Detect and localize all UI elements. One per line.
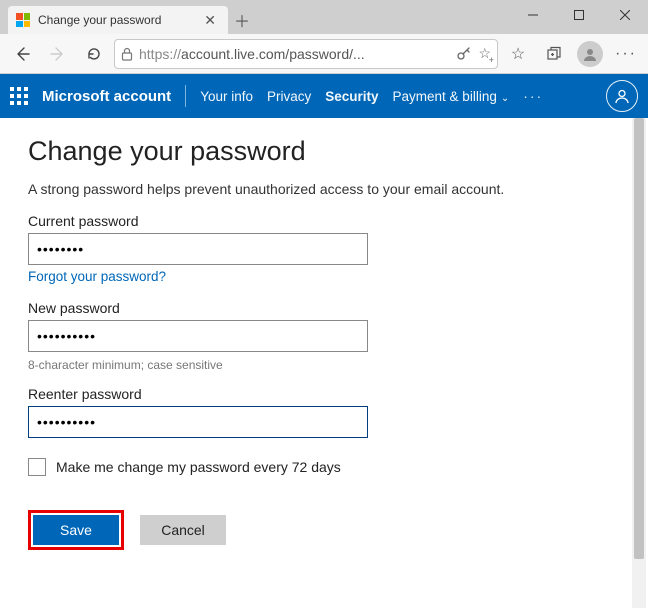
nav-payment[interactable]: Payment & billing⌄ bbox=[393, 89, 510, 104]
browser-toolbar: https://account.live.com/password/... ☆ … bbox=[0, 34, 648, 74]
minimize-button[interactable] bbox=[510, 0, 556, 30]
page-heading: Change your password bbox=[28, 136, 620, 167]
new-password-input[interactable]: •••••••••• bbox=[28, 320, 368, 352]
chevron-down-icon: ⌄ bbox=[501, 93, 509, 104]
brand-title[interactable]: Microsoft account bbox=[42, 88, 171, 105]
address-bar[interactable]: https://account.live.com/password/... ☆ bbox=[114, 39, 498, 69]
page-description: A strong password helps prevent unauthor… bbox=[28, 181, 620, 197]
expire-password-checkbox[interactable] bbox=[28, 458, 46, 476]
password-hint: 8-character minimum; case sensitive bbox=[28, 358, 620, 372]
scrollbar-thumb[interactable] bbox=[634, 118, 644, 559]
window-titlebar: Change your password ✕ ＋ bbox=[0, 0, 648, 34]
nav-more[interactable]: ··· bbox=[523, 88, 543, 104]
browser-tab[interactable]: Change your password ✕ bbox=[8, 6, 228, 34]
app-navbar: Microsoft account Your info Privacy Secu… bbox=[0, 74, 648, 118]
current-password-input[interactable]: •••••••• bbox=[28, 233, 368, 265]
nav-privacy[interactable]: Privacy bbox=[267, 89, 311, 104]
window-controls bbox=[510, 0, 648, 30]
microsoft-favicon bbox=[16, 13, 30, 27]
close-tab-icon[interactable]: ✕ bbox=[200, 12, 220, 29]
expire-password-label[interactable]: Make me change my password every 72 days bbox=[56, 459, 341, 475]
nav-your-info[interactable]: Your info bbox=[200, 89, 253, 104]
reenter-password-input[interactable]: •••••••••• bbox=[28, 406, 368, 438]
save-button[interactable]: Save bbox=[33, 515, 119, 545]
back-button[interactable] bbox=[6, 38, 38, 70]
nav-security[interactable]: Security bbox=[325, 89, 378, 104]
page-viewport: Change your password A strong password h… bbox=[0, 118, 648, 608]
forward-button[interactable] bbox=[42, 38, 74, 70]
current-password-label: Current password bbox=[28, 213, 620, 229]
forgot-password-link[interactable]: Forgot your password? bbox=[28, 269, 166, 284]
lock-icon bbox=[121, 47, 133, 61]
key-icon[interactable] bbox=[456, 46, 472, 62]
save-highlight: Save bbox=[28, 510, 124, 550]
favorites-button[interactable]: ☆ bbox=[502, 38, 534, 70]
refresh-button[interactable] bbox=[78, 38, 110, 70]
separator bbox=[185, 85, 186, 107]
new-tab-button[interactable]: ＋ bbox=[228, 6, 256, 34]
url-text: https://account.live.com/password/... bbox=[139, 46, 450, 62]
new-password-label: New password bbox=[28, 300, 620, 316]
app-launcher-icon[interactable] bbox=[10, 87, 28, 105]
cancel-button[interactable]: Cancel bbox=[140, 515, 226, 545]
favorite-icon[interactable]: ☆ bbox=[478, 45, 491, 62]
account-icon[interactable] bbox=[606, 80, 638, 112]
collections-button[interactable] bbox=[538, 38, 570, 70]
maximize-button[interactable] bbox=[556, 0, 602, 30]
scrollbar[interactable] bbox=[632, 118, 646, 608]
close-window-button[interactable] bbox=[602, 0, 648, 30]
tab-title: Change your password bbox=[38, 13, 200, 27]
reenter-password-label: Reenter password bbox=[28, 386, 620, 402]
profile-button[interactable] bbox=[574, 38, 606, 70]
more-menu-button[interactable]: ··· bbox=[610, 38, 642, 70]
